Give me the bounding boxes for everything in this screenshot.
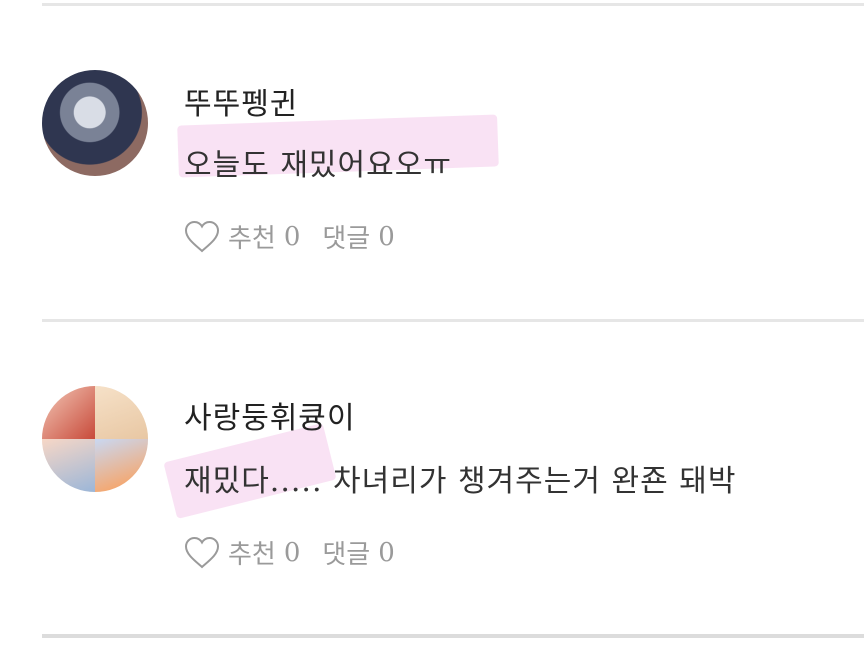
like-label[interactable]: 추천 [228, 534, 276, 571]
comment-actions: 추천 0 댓글 0 [184, 534, 395, 571]
heart-outline-icon[interactable] [184, 536, 220, 570]
like-count: 0 [283, 221, 301, 252]
comment-author[interactable]: 뚜뚜펭귄 [184, 79, 298, 123]
avatar-photo-tile [42, 386, 95, 439]
reply-label[interactable]: 댓글 [322, 218, 370, 255]
comment-author[interactable]: 사랑둥휘큥이 [184, 393, 356, 437]
avatar-photo-tile [42, 439, 95, 492]
avatar-photo-tile [95, 386, 148, 439]
avatar-photo-tile [95, 439, 148, 492]
comment-text: 재밌다..... 차녀리가 챙겨주는거 완죤 돼박 [184, 464, 737, 499]
heart-outline-icon[interactable] [184, 220, 220, 254]
comment-text: 오늘도 재밌어요오ㅠ [184, 148, 452, 183]
reply-count: 0 [378, 221, 395, 252]
divider-bottom [42, 634, 864, 638]
divider-top [42, 3, 864, 6]
avatar[interactable] [42, 386, 148, 492]
reply-count: 0 [378, 537, 395, 568]
comment-actions: 추천 0 댓글 0 [184, 218, 395, 255]
divider [42, 319, 864, 322]
avatar[interactable] [42, 70, 148, 176]
like-label[interactable]: 추천 [228, 218, 276, 255]
reply-label[interactable]: 댓글 [322, 534, 370, 571]
like-count: 0 [283, 537, 301, 568]
